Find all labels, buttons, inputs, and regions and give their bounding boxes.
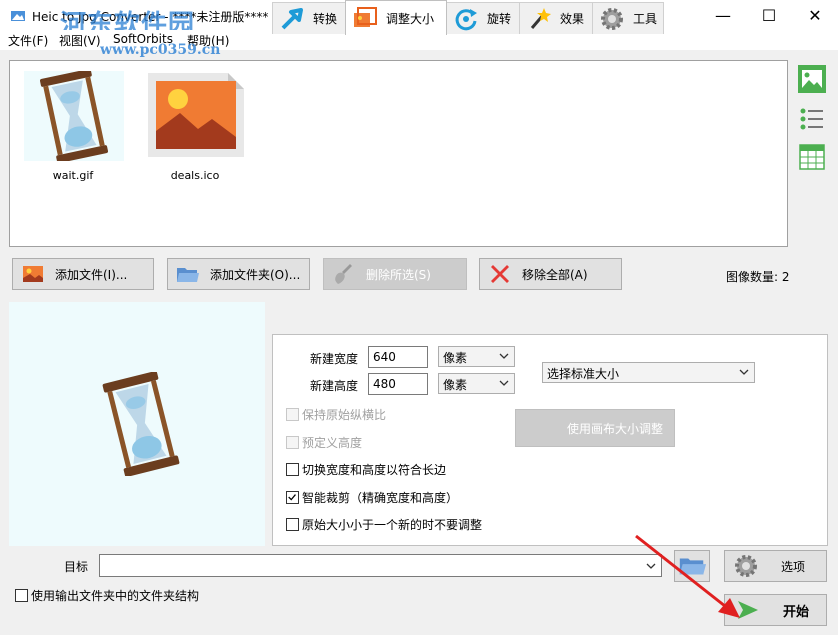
close-icon: ✕: [808, 5, 822, 25]
resize-panel: 新建宽度 像素 新建高度 像素 选择标准大小 保持原始纵横比 预定义高度 切换宽…: [272, 334, 828, 546]
smart-crop-checkbox[interactable]: 智能裁剪（精确宽度和高度）: [286, 489, 458, 506]
gear-icon: [601, 7, 623, 30]
keep-aspect-checkbox[interactable]: 保持原始纵横比: [286, 406, 386, 423]
tab-effects[interactable]: 效果: [519, 2, 593, 34]
checkbox-box: [286, 518, 299, 531]
add-files-label: 添加文件(I)...: [55, 267, 128, 282]
tab-label: 转换: [313, 12, 338, 26]
checkbox-box: [286, 408, 299, 421]
checkbox-box: [15, 589, 28, 602]
watermark-url: www.pc0359.cn: [100, 42, 221, 58]
target-label: 目标: [64, 560, 89, 574]
height-unit-select[interactable]: 像素: [438, 373, 515, 394]
tab-convert[interactable]: 转换: [272, 2, 346, 34]
swap-dimensions-checkbox[interactable]: 切换宽度和高度以符合长边: [286, 461, 446, 478]
new-width-input[interactable]: [368, 346, 428, 368]
image-count: 图像数量: 2: [726, 270, 790, 284]
landscape-image-icon: [148, 73, 244, 157]
remove-selected-button[interactable]: 删除所选(S): [323, 258, 467, 290]
tab-resize[interactable]: 调整大小: [345, 0, 447, 35]
keep-folder-structure-checkbox[interactable]: 使用输出文件夹中的文件夹结构: [15, 587, 199, 604]
tab-label: 调整大小: [386, 11, 435, 26]
folder-icon: [177, 268, 199, 282]
predefined-height-checkbox[interactable]: 预定义高度: [286, 434, 362, 451]
magic-wand-icon: [530, 7, 551, 29]
resize-icon: [354, 7, 377, 27]
file-item[interactable]: wait.gif: [18, 71, 128, 186]
minimize-button[interactable]: —: [700, 0, 746, 30]
checkbox-box: [286, 491, 299, 504]
broom-icon: [335, 264, 352, 284]
annotation-arrow-icon: [635, 534, 740, 618]
remove-all-button[interactable]: 移除全部(A): [479, 258, 622, 290]
width-unit-select[interactable]: 像素: [438, 346, 515, 367]
options-label: 选项: [781, 559, 806, 574]
start-label: 开始: [783, 604, 810, 620]
tab-tools[interactable]: 工具: [592, 2, 664, 34]
file-item[interactable]: deals.ico: [140, 71, 250, 186]
chevron-down-icon: [739, 369, 749, 375]
new-width-label: 新建宽度: [310, 352, 359, 366]
tab-label: 旋转: [487, 12, 512, 26]
minimize-icon: —: [715, 5, 731, 25]
checkbox-box: [286, 436, 299, 449]
new-height-input[interactable]: [368, 373, 428, 395]
no-upscale-checkbox[interactable]: 原始大小小于一个新的时不要调整: [286, 516, 482, 533]
maximize-button[interactable]: ☐: [746, 0, 792, 30]
menu-view[interactable]: 视图(V): [59, 32, 101, 49]
tab-rotate[interactable]: 旋转: [446, 2, 520, 34]
red-x-icon: [491, 265, 509, 283]
file-name: deals.ico: [170, 169, 220, 182]
tab-label: 效果: [560, 12, 585, 26]
file-name: wait.gif: [52, 169, 94, 182]
convert-arrow-icon: [281, 7, 303, 29]
standard-size-select[interactable]: 选择标准大小: [542, 362, 755, 383]
new-height-label: 新建高度: [310, 379, 359, 393]
target-folder-input[interactable]: [99, 554, 662, 577]
file-list[interactable]: wait.gif deals.ico: [9, 60, 788, 247]
tab-label: 工具: [633, 12, 658, 26]
close-button[interactable]: ✕: [792, 0, 838, 30]
list-view-icon[interactable]: [797, 104, 827, 134]
chevron-down-icon: [499, 353, 509, 359]
checkmark-icon: [288, 494, 296, 501]
add-image-icon: [23, 266, 43, 282]
hourglass-icon: [102, 372, 180, 476]
menu-file[interactable]: 文件(F): [8, 32, 48, 49]
add-files-button[interactable]: 添加文件(I)...: [12, 258, 154, 290]
add-folder-label: 添加文件夹(O)...: [210, 267, 301, 282]
image-preview: [9, 302, 265, 546]
hourglass-icon: [24, 71, 124, 161]
remove-all-label: 移除全部(A): [522, 267, 588, 282]
thumbnail-view-icon[interactable]: [797, 64, 827, 94]
checkbox-box: [286, 463, 299, 476]
table-view-icon[interactable]: [797, 142, 827, 172]
maximize-icon: ☐: [761, 5, 777, 25]
canvas-resize-button[interactable]: 使用画布大小调整: [515, 409, 675, 447]
remove-selected-label: 删除所选(S): [366, 267, 431, 282]
rotate-icon: [455, 8, 477, 30]
app-icon: [11, 11, 25, 21]
chevron-down-icon: [499, 380, 509, 386]
add-folder-button[interactable]: 添加文件夹(O)...: [167, 258, 310, 290]
